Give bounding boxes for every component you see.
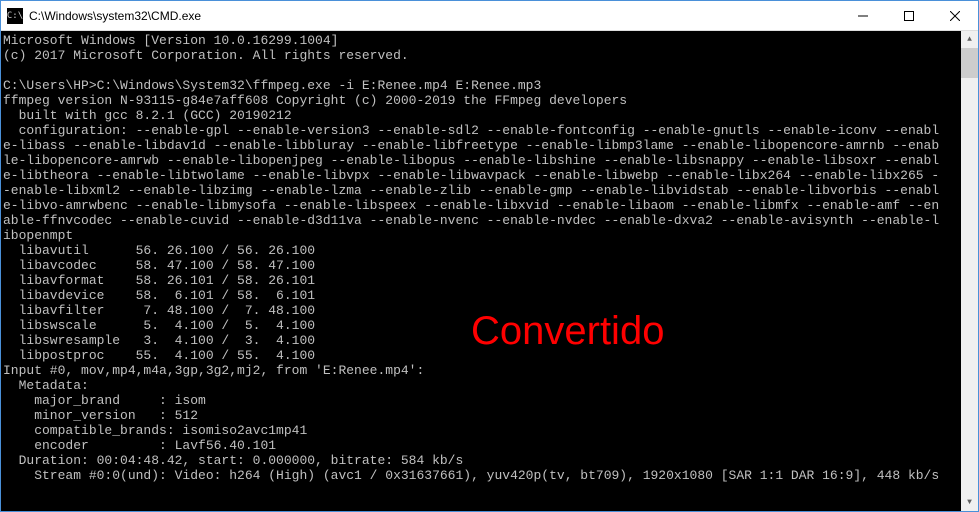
scrollbar-thumb[interactable]: [961, 48, 978, 78]
maximize-button[interactable]: [886, 1, 932, 30]
close-icon: [950, 11, 960, 21]
minimize-icon: [858, 11, 868, 21]
terminal-output: Microsoft Windows [Version 10.0.16299.10…: [3, 33, 961, 483]
terminal-area[interactable]: Microsoft Windows [Version 10.0.16299.10…: [1, 31, 978, 511]
minimize-button[interactable]: [840, 1, 886, 30]
vertical-scrollbar[interactable]: ▲ ▼: [961, 31, 978, 511]
window-controls: [840, 1, 978, 30]
maximize-icon: [904, 11, 914, 21]
cmd-icon: C:\: [7, 8, 23, 24]
scroll-down-button[interactable]: ▼: [961, 494, 978, 511]
scroll-up-button[interactable]: ▲: [961, 31, 978, 48]
window-titlebar[interactable]: C:\ C:\Windows\system32\CMD.exe: [1, 1, 978, 31]
window-title: C:\Windows\system32\CMD.exe: [29, 9, 840, 23]
close-button[interactable]: [932, 1, 978, 30]
